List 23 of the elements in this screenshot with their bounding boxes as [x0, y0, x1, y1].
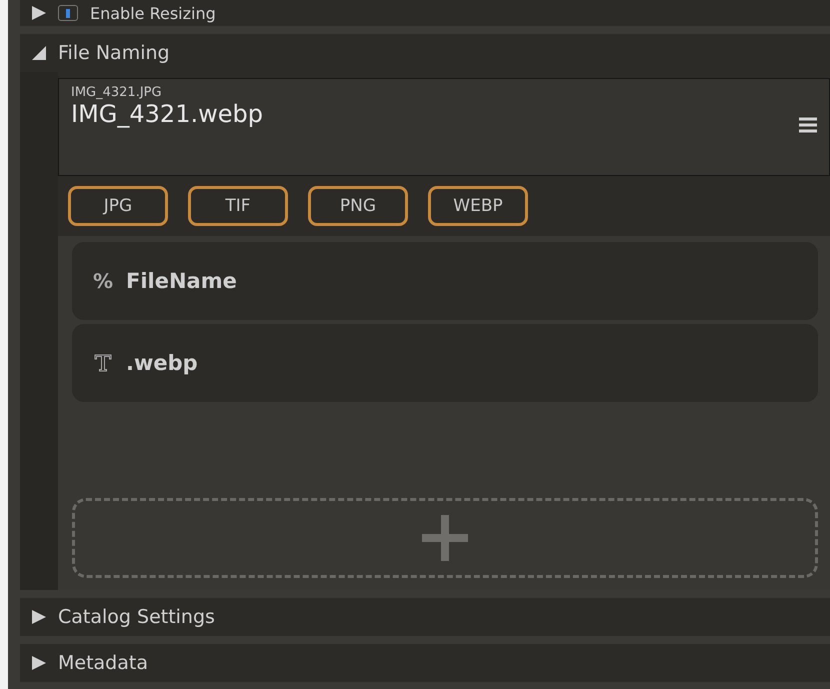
format-button[interactable]: WEBP [428, 186, 528, 226]
section-title[interactable]: Enable Resizing [90, 4, 216, 22]
plus-icon [422, 515, 468, 561]
token-label: FileName [126, 269, 237, 293]
name-token[interactable]: .webp [72, 324, 818, 402]
collapse-triangle-icon[interactable] [32, 46, 46, 60]
menu-icon[interactable] [799, 117, 817, 133]
expand-triangle-icon[interactable] [32, 656, 46, 670]
format-button[interactable]: TIF [188, 186, 288, 226]
token-label: .webp [126, 351, 198, 375]
format-button[interactable]: JPG [68, 186, 168, 226]
expand-triangle-icon[interactable] [32, 6, 46, 20]
result-filename: IMG_4321.webp [71, 100, 263, 128]
section-title[interactable]: Metadata [58, 652, 148, 674]
percent-icon: % [92, 269, 114, 293]
expand-triangle-icon[interactable] [32, 610, 46, 624]
text-icon [92, 353, 114, 373]
section-title[interactable]: Catalog Settings [58, 606, 215, 628]
name-token[interactable]: % FileName [72, 242, 818, 320]
original-filename: IMG_4321.JPG [71, 85, 162, 100]
section-title[interactable]: File Naming [58, 42, 170, 64]
checkbox[interactable] [58, 5, 78, 21]
format-button[interactable]: PNG [308, 186, 408, 226]
